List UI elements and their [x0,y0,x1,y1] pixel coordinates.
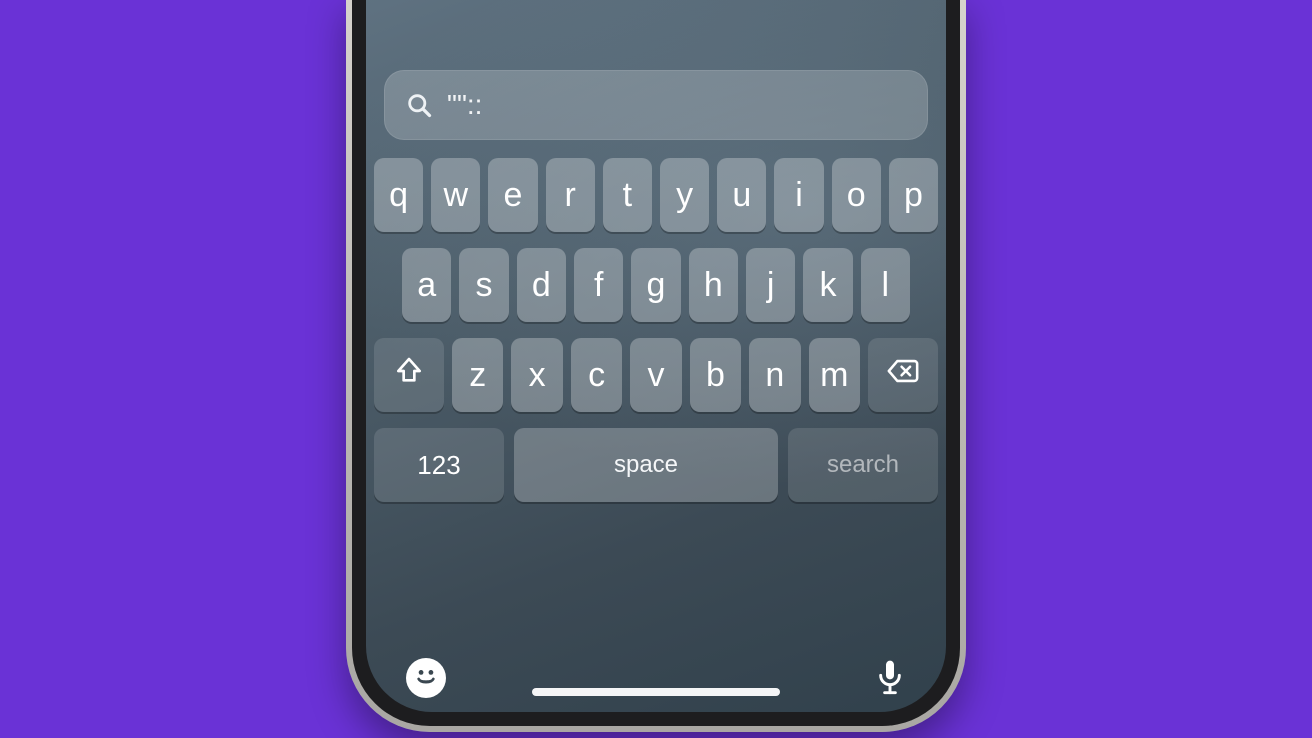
emoji-button[interactable] [406,658,446,698]
key-d[interactable]: d [517,248,566,322]
key-b[interactable]: b [690,338,741,412]
key-n[interactable]: n [749,338,800,412]
key-k[interactable]: k [803,248,852,322]
phone-screen: "":: q w e r t y u i o p a s d f g h [366,0,946,712]
key-s[interactable]: s [459,248,508,322]
search-key[interactable]: search [788,428,938,502]
keyboard-row-1: q w e r t y u i o p [374,158,938,232]
key-p[interactable]: p [889,158,938,232]
home-indicator[interactable] [532,688,780,696]
search-field[interactable]: "":: [384,70,928,140]
space-key[interactable]: space [514,428,778,502]
keyboard-row-3: z x c v b n m [374,338,938,412]
key-e[interactable]: e [488,158,537,232]
dictation-button[interactable] [874,658,906,698]
keyboard: q w e r t y u i o p a s d f g h j k l [366,158,946,502]
key-v[interactable]: v [630,338,681,412]
numbers-key[interactable]: 123 [374,428,504,502]
key-u[interactable]: u [717,158,766,232]
key-g[interactable]: g [631,248,680,322]
iphone-frame: "":: q w e r t y u i o p a s d f g h [346,0,966,732]
key-w[interactable]: w [431,158,480,232]
key-l[interactable]: l [861,248,910,322]
key-f[interactable]: f [574,248,623,322]
key-h[interactable]: h [689,248,738,322]
key-z[interactable]: z [452,338,503,412]
shift-icon [393,355,425,396]
key-j[interactable]: j [746,248,795,322]
backspace-key[interactable] [868,338,938,412]
key-r[interactable]: r [546,158,595,232]
key-i[interactable]: i [774,158,823,232]
key-o[interactable]: o [832,158,881,232]
key-c[interactable]: c [571,338,622,412]
microphone-icon [874,658,906,698]
key-m[interactable]: m [809,338,860,412]
key-a[interactable]: a [402,248,451,322]
key-t[interactable]: t [603,158,652,232]
key-x[interactable]: x [511,338,562,412]
shift-key[interactable] [374,338,444,412]
emoji-icon [410,660,442,697]
keyboard-row-4: 123 space search [374,428,938,502]
search-input-value: "":: [447,89,482,121]
search-icon [405,91,433,119]
key-q[interactable]: q [374,158,423,232]
keyboard-row-2: a s d f g h j k l [374,248,938,322]
backspace-icon [886,354,920,397]
key-y[interactable]: y [660,158,709,232]
